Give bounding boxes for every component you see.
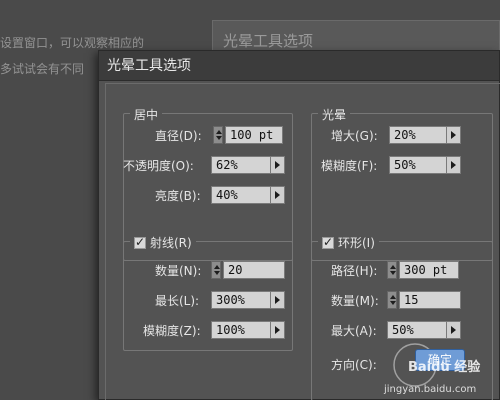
ray-number-label: 数量(N): — [155, 264, 202, 278]
largest-label: 最大(A): — [331, 324, 377, 338]
rings-checkbox[interactable] — [322, 235, 334, 249]
opacity-menu-arrow-icon[interactable] — [271, 156, 285, 174]
halo-fuzziness-label: 模糊度(F): — [321, 159, 378, 173]
growth-label: 增大(G): — [331, 129, 378, 143]
opacity-input[interactable]: 62% — [211, 156, 271, 174]
brightness-label: 亮度(B): — [155, 189, 201, 203]
longest-input[interactable]: 300% — [211, 291, 271, 309]
brightness-input[interactable]: 40% — [211, 186, 271, 204]
growth-menu-arrow-icon[interactable] — [447, 126, 461, 144]
growth-input[interactable]: 20% — [389, 126, 447, 144]
rays-group-legend[interactable]: 射线(R) — [130, 234, 196, 251]
rings-group-legend[interactable]: 环形(I) — [318, 234, 379, 251]
ring-number-stepper[interactable] — [387, 291, 397, 309]
dialog-titlebar[interactable]: 光晕工具选项 — [99, 51, 499, 81]
path-label: 路径(H): — [331, 264, 378, 278]
longest-label: 最长(L): — [155, 294, 200, 308]
largest-menu-arrow-icon[interactable] — [447, 321, 461, 339]
ring-number-input[interactable]: 15 — [399, 291, 461, 309]
background-text-line2: 多试试会有不同 — [0, 62, 85, 76]
diameter-label: 直径(D): — [155, 129, 202, 143]
path-stepper[interactable] — [387, 261, 397, 279]
ray-fuzziness-input[interactable]: 100% — [211, 321, 271, 339]
halo-fuzziness-menu-arrow-icon[interactable] — [447, 156, 461, 174]
baidu-jingyan-url: jingyan.baidu.com — [384, 384, 477, 395]
rings-legend-label: 环形(I) — [338, 236, 375, 250]
ray-number-stepper[interactable] — [211, 261, 221, 279]
opacity-label: 不透明度(O): — [123, 159, 194, 173]
background-text-line1: 设置窗口，可以观察相应的 — [0, 36, 145, 50]
ring-number-label: 数量(M): — [331, 294, 379, 308]
direction-label: 方向(C): — [331, 358, 377, 372]
center-group-legend: 居中 — [130, 106, 163, 123]
halo-group-legend: 光晕 — [318, 106, 351, 123]
halo-fuzziness-input[interactable]: 50% — [389, 156, 447, 174]
background-panel-title: 光晕工具选项 — [223, 32, 314, 50]
ray-fuzziness-label: 模糊度(Z): — [143, 324, 201, 338]
path-input[interactable]: 300 pt — [399, 261, 459, 279]
dialog-title: 光晕工具选项 — [107, 58, 191, 74]
rays-legend-label: 射线(R) — [150, 236, 192, 250]
lens-flare-options-dialog: 光晕工具选项 居中 直径(D): 100 pt 不透明度(O): 62% 亮度(… — [98, 50, 500, 400]
diameter-stepper[interactable] — [213, 126, 223, 144]
ray-fuzziness-menu-arrow-icon[interactable] — [271, 321, 285, 339]
largest-input[interactable]: 50% — [387, 321, 447, 339]
baidu-jingyan-watermark: Baidu 经验 — [408, 360, 481, 375]
longest-menu-arrow-icon[interactable] — [271, 291, 285, 309]
brightness-menu-arrow-icon[interactable] — [271, 186, 285, 204]
ray-number-input[interactable]: 20 — [223, 261, 285, 279]
diameter-input[interactable]: 100 pt — [225, 126, 283, 144]
rays-checkbox[interactable] — [134, 235, 146, 249]
